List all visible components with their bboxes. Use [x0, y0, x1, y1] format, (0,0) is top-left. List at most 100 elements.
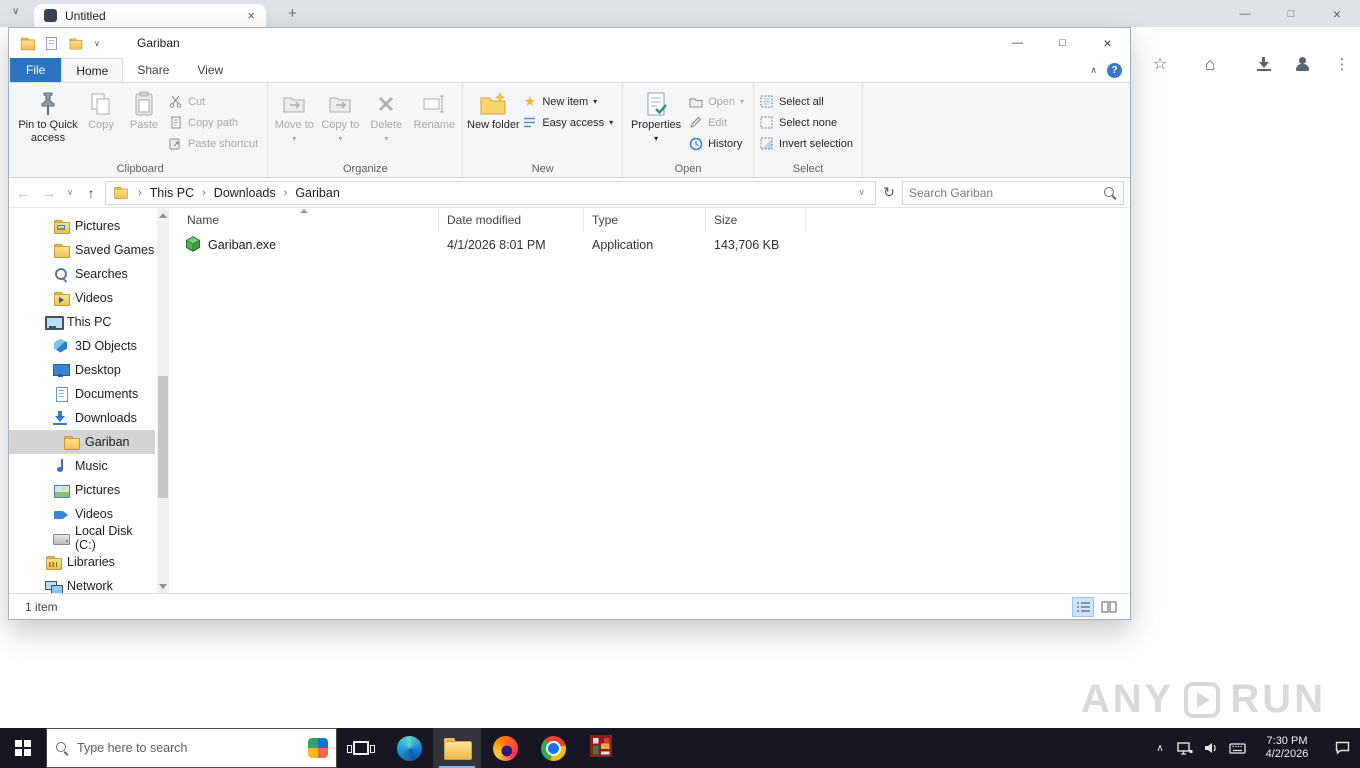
- large-icons-view-button[interactable]: [1098, 597, 1120, 617]
- scroll-up-arrow-icon[interactable]: [157, 208, 169, 222]
- edge-taskbar-button[interactable]: [385, 728, 433, 768]
- explorer-close-button[interactable]: ×: [1085, 28, 1130, 58]
- sidebar-item-desktop[interactable]: Desktop: [9, 358, 155, 382]
- explorer-maximize-button[interactable]: □: [1040, 28, 1085, 58]
- column-header-type[interactable]: Type: [584, 208, 706, 232]
- file-row-gariban-exe[interactable]: Gariban.exe 4/1/2026 8:01 PM Application…: [169, 232, 1130, 258]
- sidebar-item-searches[interactable]: Searches: [9, 262, 155, 286]
- hidden-icons-chevron-icon[interactable]: ∧: [1148, 743, 1172, 754]
- sidebar-item-network[interactable]: Network: [9, 574, 155, 593]
- tab-close-icon[interactable]: ×: [244, 8, 258, 23]
- scroll-down-arrow-icon[interactable]: [157, 579, 169, 593]
- paste-button[interactable]: Paste: [122, 85, 166, 161]
- breadcrumb-gariban[interactable]: Gariban: [291, 186, 343, 200]
- profile-icon[interactable]: [1290, 52, 1314, 76]
- history-button[interactable]: History: [686, 133, 750, 154]
- explorer-search-box[interactable]: [902, 180, 1124, 205]
- bookmark-star-icon[interactable]: ☆: [1148, 52, 1172, 76]
- sidebar-item-gariban[interactable]: Gariban: [9, 430, 155, 454]
- customize-qat-chevron-icon[interactable]: ∨: [94, 39, 100, 48]
- new-tab-button[interactable]: +: [282, 3, 303, 24]
- new-item-button[interactable]: New item ▾: [520, 91, 619, 112]
- tab-file[interactable]: File: [10, 58, 62, 82]
- column-header-name[interactable]: Name: [169, 208, 439, 232]
- new-folder-button[interactable]: New folder: [466, 85, 520, 161]
- open-button[interactable]: Open ▾: [686, 91, 750, 112]
- chrome-taskbar-button[interactable]: [529, 728, 577, 768]
- network-tray-icon[interactable]: [1172, 728, 1198, 768]
- navpane-scrollbar[interactable]: [157, 208, 169, 593]
- taskbar-search-input[interactable]: [77, 741, 300, 755]
- taskbar-clock[interactable]: 7:30 PM 4/2/2026: [1250, 735, 1324, 761]
- sidebar-item-local-disk-c[interactable]: Local Disk (C:): [9, 524, 155, 552]
- volume-tray-icon[interactable]: [1198, 728, 1224, 768]
- address-bar[interactable]: › This PC › Downloads › Gariban ∨: [105, 180, 876, 205]
- properties-qat-icon[interactable]: [46, 36, 57, 50]
- taskbar-search-box[interactable]: [46, 728, 337, 768]
- firefox-taskbar-button[interactable]: [481, 728, 529, 768]
- paste-shortcut-button[interactable]: Paste shortcut: [166, 133, 264, 154]
- properties-button[interactable]: Properties ▾: [626, 85, 686, 161]
- sidebar-item-documents[interactable]: Documents: [9, 382, 155, 406]
- downloads-icon[interactable]: [1252, 52, 1276, 76]
- sidebar-item-videos[interactable]: Videos: [9, 502, 155, 526]
- touch-keyboard-tray-icon[interactable]: [1224, 728, 1250, 768]
- refresh-button[interactable]: ↻: [878, 184, 900, 201]
- browser-minimize-button[interactable]: —: [1222, 0, 1268, 27]
- search-highlights-icon[interactable]: [308, 738, 328, 758]
- scrollbar-thumb[interactable]: [158, 376, 168, 498]
- explorer-minimize-button[interactable]: —: [995, 28, 1040, 58]
- sidebar-item-music[interactable]: Music: [9, 454, 155, 478]
- sidebar-item-saved-games[interactable]: Saved Games: [9, 238, 155, 262]
- sidebar-item-downloads[interactable]: Downloads: [9, 406, 155, 430]
- edit-button[interactable]: Edit: [686, 112, 750, 133]
- details-view-button[interactable]: [1072, 596, 1094, 617]
- select-none-button[interactable]: Select none: [757, 112, 859, 133]
- help-icon[interactable]: ?: [1107, 62, 1122, 78]
- new-folder-qat-icon[interactable]: [69, 37, 83, 49]
- explorer-search-input[interactable]: [909, 185, 1103, 200]
- sidebar-item-pictures[interactable]: Pictures: [9, 478, 155, 502]
- copy-button[interactable]: Copy: [80, 85, 122, 161]
- copy-path-button[interactable]: Copy path: [166, 112, 264, 133]
- up-button[interactable]: ↑: [79, 185, 103, 201]
- sidebar-item-this-pc[interactable]: This PC: [9, 310, 155, 334]
- breadcrumb-chevron-icon[interactable]: ›: [136, 187, 144, 199]
- rename-button[interactable]: Rename: [409, 85, 459, 161]
- browser-menu-icon[interactable]: ⋮: [1330, 52, 1354, 76]
- home-icon[interactable]: ⌂: [1198, 52, 1222, 76]
- sidebar-item-videos-user[interactable]: Videos: [9, 286, 155, 310]
- column-header-size[interactable]: Size: [706, 208, 806, 232]
- copy-to-button[interactable]: Copy to ▾: [317, 85, 363, 161]
- breadcrumb-this-pc[interactable]: This PC: [146, 186, 198, 200]
- select-all-button[interactable]: Select all: [757, 91, 859, 112]
- breadcrumb-chevron-icon[interactable]: ›: [200, 187, 208, 199]
- address-dropdown-chevron-icon[interactable]: ∨: [854, 187, 869, 198]
- start-button[interactable]: [0, 728, 46, 768]
- move-to-button[interactable]: Move to ▾: [271, 85, 317, 161]
- browser-close-button[interactable]: ×: [1314, 0, 1360, 27]
- delete-button[interactable]: Delete ▾: [363, 85, 409, 161]
- pin-to-quick-access-button[interactable]: Pin to Quick access: [16, 85, 80, 161]
- cut-button[interactable]: Cut: [166, 91, 264, 112]
- collapse-ribbon-chevron-icon[interactable]: ∧: [1090, 65, 1097, 76]
- invert-selection-button[interactable]: Invert selection: [757, 133, 859, 154]
- task-view-button[interactable]: [337, 728, 385, 768]
- tab-share[interactable]: Share: [123, 58, 183, 82]
- forward-button[interactable]: →: [37, 185, 61, 201]
- tab-view[interactable]: View: [183, 58, 237, 82]
- browser-maximize-button[interactable]: □: [1268, 0, 1314, 27]
- search-magnifier-icon[interactable]: [1103, 186, 1117, 200]
- recent-locations-chevron-icon[interactable]: ∨: [63, 187, 77, 198]
- action-center-button[interactable]: [1324, 728, 1360, 768]
- tab-home[interactable]: Home: [61, 58, 124, 82]
- sidebar-item-3d-objects[interactable]: 3D Objects: [9, 334, 155, 358]
- easy-access-button[interactable]: Easy access ▾: [520, 112, 619, 133]
- breadcrumb-downloads[interactable]: Downloads: [210, 186, 280, 200]
- breadcrumb-chevron-icon[interactable]: ›: [282, 187, 290, 199]
- browser-tab[interactable]: Untitled ×: [34, 4, 266, 27]
- sidebar-item-libraries[interactable]: Libraries: [9, 550, 155, 574]
- explorer-titlebar[interactable]: ∨ Gariban — □ ×: [9, 28, 1130, 58]
- pixel-app-taskbar-button[interactable]: [577, 728, 625, 768]
- file-explorer-taskbar-button[interactable]: [433, 728, 481, 768]
